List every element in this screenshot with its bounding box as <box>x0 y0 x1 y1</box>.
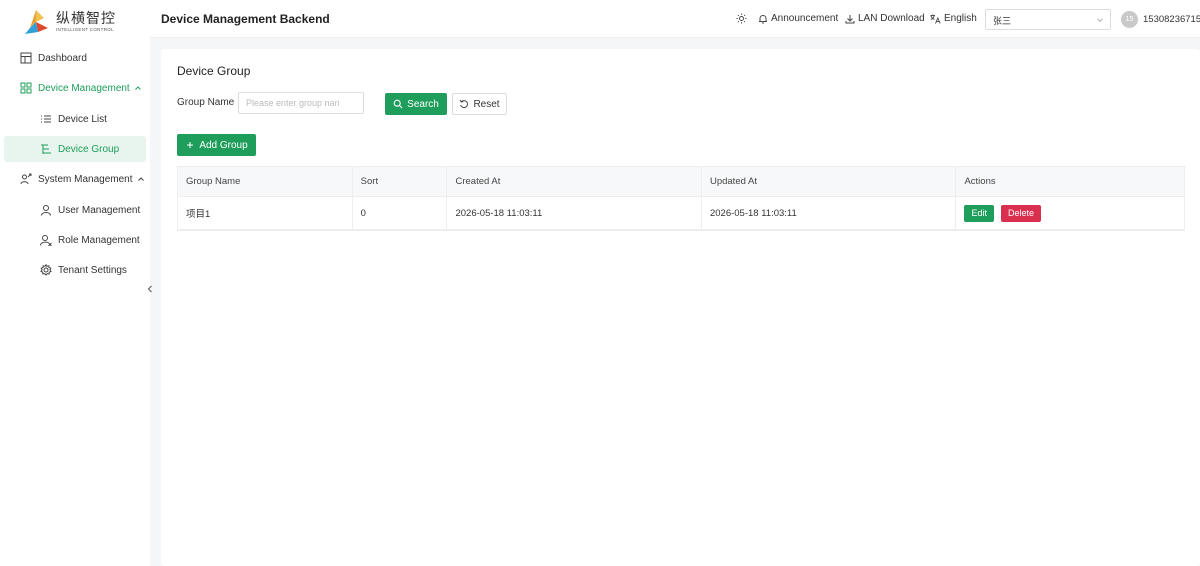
device-management-icon <box>20 82 32 94</box>
page-header-title: Device Management Backend <box>161 12 330 26</box>
sidebar-item-device-group[interactable]: Device Group <box>4 136 146 162</box>
sun-icon <box>736 13 747 24</box>
sidebar-item-device-list[interactable]: Device List <box>4 106 146 132</box>
table-row: 项目1 0 2026-05-18 11:03:11 2026-05-18 11:… <box>178 197 1184 230</box>
sidebar-item-dashboard[interactable]: Dashboard <box>4 45 146 71</box>
brand-tagline: INTELLIGENT CONTROL <box>56 26 114 32</box>
sidebar-item-label: Tenant Settings <box>58 264 127 276</box>
cell-group-name: 项目1 <box>178 197 353 229</box>
cell-updated-at: 2026-05-18 11:03:11 <box>702 197 957 229</box>
sidebar-item-label: Device List <box>58 113 107 125</box>
user-select[interactable]: 张三 <box>985 9 1111 30</box>
table-header-row: Group Name Sort Created At Updated At Ac… <box>178 167 1184 197</box>
sidebar-item-label: Device Management <box>38 82 130 94</box>
sidebar-item-label: Device Group <box>58 143 120 155</box>
sidebar-collapse-button[interactable] <box>145 281 155 297</box>
group-table: Group Name Sort Created At Updated At Ac… <box>177 166 1185 231</box>
logo: 纵横智控 INTELLIGENT CONTROL <box>22 8 132 36</box>
language-label: English <box>944 13 977 24</box>
sidebar-item-label: System Management <box>38 173 133 185</box>
logo-mark-icon <box>25 10 48 34</box>
group-icon <box>40 143 52 155</box>
chevron-up-icon <box>137 175 145 183</box>
sidebar: 纵横智控 INTELLIGENT CONTROL Dashboard Devic… <box>0 0 150 566</box>
sidebar-item-user-management[interactable]: User Management <box>4 197 146 223</box>
top-header: Device Management Backend Announcement L… <box>150 0 1200 38</box>
sidebar-item-label: Role Management <box>58 234 140 246</box>
chevron-down-icon <box>1097 18 1103 23</box>
sidebar-item-label: User Management <box>58 204 141 216</box>
cell-actions: Edit Delete <box>956 197 1184 229</box>
brand-name: 纵横智控 <box>56 10 116 27</box>
user-select-value: 张三 <box>993 16 1012 26</box>
column-header-sort[interactable]: Sort <box>353 167 448 196</box>
user-phone[interactable]: 15308236715 <box>1143 14 1200 25</box>
avatar[interactable]: 15 <box>1121 11 1138 28</box>
sidebar-item-system-management[interactable]: System Management <box>4 166 146 192</box>
add-group-button[interactable]: Add Group <box>177 134 256 156</box>
reset-button[interactable]: Reset <box>452 93 507 115</box>
group-name-label: Group Name <box>177 97 235 108</box>
edit-button[interactable]: Edit <box>964 204 994 222</box>
column-header-actions: Actions <box>964 176 996 187</box>
list-icon <box>40 113 52 125</box>
reset-icon <box>459 99 469 109</box>
page-title: Device Group <box>177 64 251 78</box>
gear-icon <box>40 264 52 276</box>
sidebar-item-role-management[interactable]: Role Management <box>4 227 146 253</box>
sidebar-item-tenant-settings[interactable]: Tenant Settings <box>4 257 146 283</box>
column-header-created-at[interactable]: Created At <box>447 167 702 196</box>
cell-created-at: 2026-05-18 11:03:11 <box>447 197 702 229</box>
group-name-input[interactable] <box>238 92 364 114</box>
add-group-button-label: Add Group <box>199 139 248 151</box>
announcement-link[interactable]: Announcement <box>758 13 838 24</box>
lan-download-label: LAN Download <box>858 13 925 24</box>
column-header-group-name[interactable]: Group Name <box>178 167 353 196</box>
announcement-label: Announcement <box>771 13 839 24</box>
reset-button-label: Reset <box>473 98 500 110</box>
delete-button[interactable]: Delete <box>1000 204 1041 222</box>
search-button-label: Search <box>407 98 439 110</box>
search-icon <box>393 99 403 109</box>
system-management-icon <box>20 173 32 185</box>
download-icon <box>845 14 855 24</box>
dashboard-icon <box>20 52 32 64</box>
device-group-card: Device Group Group Name Search Reset Add… <box>161 49 1200 566</box>
column-header-updated-at[interactable]: Updated At <box>702 167 957 196</box>
cell-sort: 0 <box>353 197 448 229</box>
user-icon <box>40 204 52 216</box>
language-switch[interactable]: English <box>930 13 977 24</box>
translate-icon <box>930 14 941 24</box>
theme-toggle[interactable] <box>736 13 750 24</box>
chevron-up-icon <box>134 84 142 92</box>
search-button[interactable]: Search <box>385 93 447 115</box>
lan-download-link[interactable]: LAN Download <box>845 13 925 24</box>
plus-icon <box>185 140 195 150</box>
bell-icon <box>758 14 768 24</box>
chevron-left-icon <box>147 285 152 293</box>
sidebar-item-device-management[interactable]: Device Management <box>4 75 146 101</box>
role-icon <box>40 234 52 246</box>
sidebar-item-label: Dashboard <box>38 52 87 64</box>
